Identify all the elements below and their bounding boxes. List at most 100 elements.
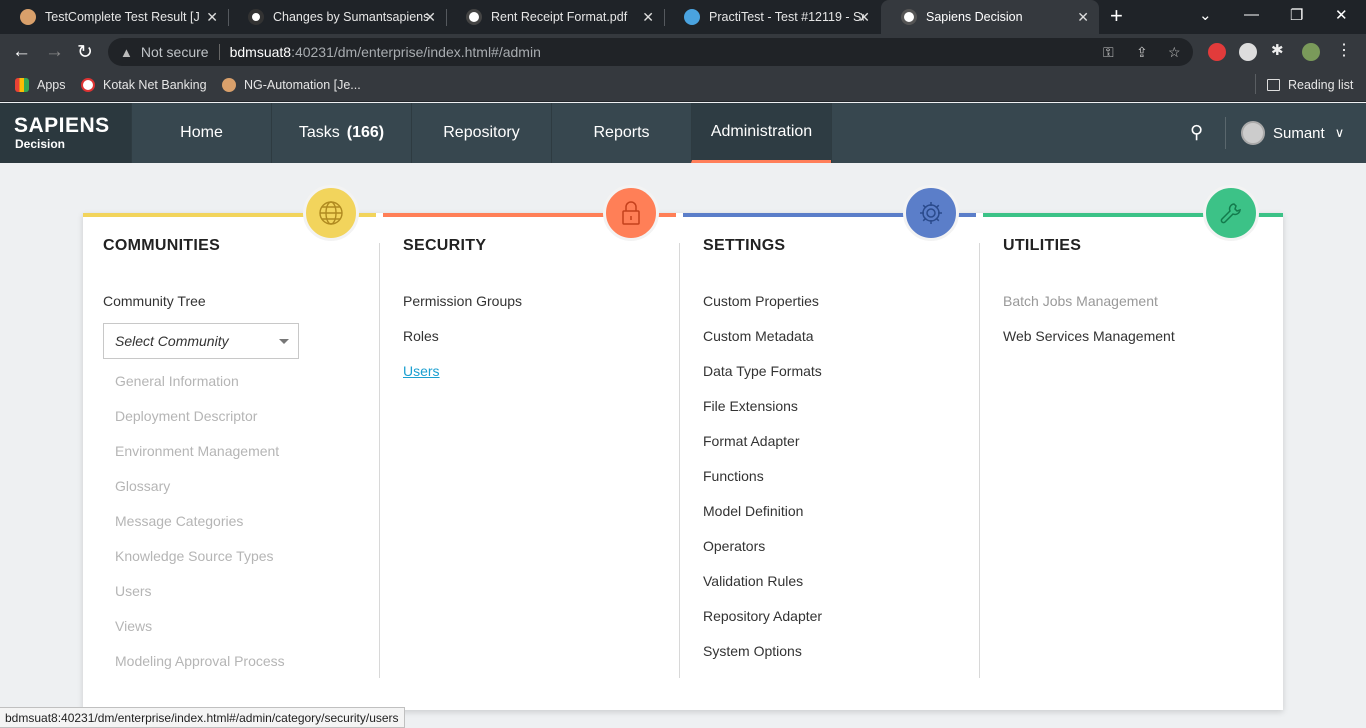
share-icon[interactable]: ⇪ (1136, 44, 1148, 61)
url-host: bdmsuat8 (229, 44, 292, 60)
bookmark-star-icon[interactable]: ☆ (1168, 44, 1181, 61)
settings-item-repository-adapter[interactable]: Repository Adapter (703, 608, 822, 624)
utilities-item-batch-jobs-management: Batch Jobs Management (1003, 293, 1158, 309)
bookmark-ng-automation[interactable]: NG-Automation [Je... (222, 78, 361, 92)
communities-title: COMMUNITIES (103, 237, 221, 254)
close-tab-icon[interactable]: ✕ (424, 9, 436, 26)
community-item-glossary: Glossary (115, 478, 171, 494)
reading-list-icon (1267, 79, 1280, 91)
browser-tab-active[interactable]: Sapiens Decision ✕ (881, 0, 1099, 34)
tab-title: PractiTest - Test #12119 - Sec (709, 10, 864, 24)
community-item-general-information: General Information (115, 373, 239, 389)
adblock-extension-icon[interactable] (1208, 43, 1226, 61)
tasks-count: (166) (346, 124, 385, 141)
utilities-section: UTILITIES Batch Jobs Management Web Serv… (983, 185, 1283, 710)
security-item-permission-groups[interactable]: Permission Groups (403, 293, 522, 309)
close-tab-icon[interactable]: ✕ (206, 9, 218, 26)
settings-item-data-type-formats[interactable]: Data Type Formats (703, 363, 822, 379)
close-tab-icon[interactable]: ✕ (642, 9, 654, 26)
close-tab-icon[interactable]: ✕ (858, 9, 870, 26)
utilities-item-web-services-management[interactable]: Web Services Management (1003, 328, 1175, 344)
more-menu-icon[interactable]: ⋮ (1336, 40, 1354, 59)
forward-icon[interactable]: → (45, 41, 64, 63)
extension-icon[interactable] (1239, 43, 1257, 61)
puzzle-icon[interactable]: ✱ (1271, 41, 1289, 59)
security-section: SECURITY Permission Groups Roles Users (383, 185, 683, 710)
nav-home[interactable]: Home (131, 103, 271, 163)
security-item-users[interactable]: Users (403, 363, 440, 379)
chevron-down-icon: ∨ (1334, 125, 1345, 140)
gear-icon (903, 185, 959, 241)
globe-icon (303, 185, 359, 241)
close-window-icon[interactable]: ✕ (1335, 6, 1348, 24)
security-status[interactable]: Not secure (141, 44, 209, 60)
settings-item-custom-properties[interactable]: Custom Properties (703, 293, 819, 309)
tab-search-icon[interactable]: ⌄ (1199, 6, 1212, 24)
avatar (1241, 121, 1265, 145)
nav-tasks[interactable]: Tasks (166) (271, 103, 411, 163)
community-item-modeling-approval-process: Modeling Approval Process (115, 653, 285, 669)
globe-icon (466, 9, 482, 25)
settings-item-format-adapter[interactable]: Format Adapter (703, 433, 800, 449)
minimize-icon[interactable]: — (1244, 6, 1259, 23)
reading-list[interactable]: Reading list (1267, 78, 1353, 92)
nav-repository[interactable]: Repository (411, 103, 551, 163)
bookmark-kotak[interactable]: Kotak Net Banking (81, 78, 207, 92)
settings-section: SETTINGS Custom Properties Custom Metada… (683, 185, 983, 710)
settings-item-system-options[interactable]: System Options (703, 643, 802, 659)
browser-tab[interactable]: Rent Receipt Format.pdf ✕ (446, 0, 665, 34)
globe-icon (901, 9, 917, 25)
browser-tab[interactable]: Changes by Sumantsapiens · ✕ (228, 0, 447, 34)
admin-panel: COMMUNITIES Community Tree Select Commun… (83, 185, 1283, 710)
security-item-roles[interactable]: Roles (403, 328, 439, 344)
warning-icon[interactable]: ▲ (120, 45, 133, 60)
tab-title: Sapiens Decision (926, 10, 1023, 24)
new-tab-button[interactable]: + (1110, 5, 1123, 27)
community-tree-label: Community Tree (103, 293, 206, 309)
maximize-icon[interactable]: ❐ (1290, 6, 1303, 24)
community-item-deployment-descriptor: Deployment Descriptor (115, 408, 258, 424)
address-toolbar: ← → ↻ ▲ Not secure bdmsuat8 :40231/dm/en… (0, 34, 1366, 70)
tab-title: Rent Receipt Format.pdf (491, 10, 628, 24)
jenkins-icon (222, 78, 236, 92)
key-icon[interactable]: ⚿ (1103, 44, 1114, 61)
reload-icon[interactable]: ↻ (77, 41, 93, 64)
search-icon[interactable]: ⚲ (1190, 122, 1203, 143)
community-item-message-categories: Message Categories (115, 513, 244, 529)
settings-item-custom-metadata[interactable]: Custom Metadata (703, 328, 814, 344)
settings-item-functions[interactable]: Functions (703, 468, 764, 484)
jenkins-icon (20, 9, 36, 25)
sapiens-logo[interactable]: SAPIENS Decision (0, 103, 131, 163)
bookmark-apps[interactable]: Apps (15, 78, 66, 92)
community-item-views: Views (115, 618, 153, 634)
caret-down-icon (279, 339, 289, 344)
community-item-environment-management: Environment Management (115, 443, 280, 459)
browser-tab-strip: TestComplete Test Result [Jen ✕ Changes … (0, 0, 1366, 34)
browser-tab[interactable]: TestComplete Test Result [Jen ✕ (0, 0, 229, 34)
settings-item-operators[interactable]: Operators (703, 538, 765, 554)
back-icon[interactable]: ← (12, 41, 31, 63)
lock-icon (603, 185, 659, 241)
settings-title: SETTINGS (703, 237, 786, 254)
community-item-users: Users (115, 583, 152, 599)
tab-title: Changes by Sumantsapiens · (273, 10, 428, 24)
settings-item-file-extensions[interactable]: File Extensions (703, 398, 798, 414)
address-bar[interactable]: ▲ Not secure bdmsuat8 :40231/dm/enterpri… (108, 38, 1193, 66)
community-item-knowledge-source-types: Knowledge Source Types (115, 548, 274, 564)
practitest-icon (684, 9, 700, 25)
user-menu[interactable]: Sumant ∨ (1241, 121, 1344, 145)
profile-avatar[interactable] (1302, 43, 1320, 61)
apps-grid-icon (15, 78, 29, 92)
select-community-dropdown[interactable]: Select Community (103, 323, 299, 359)
close-tab-icon[interactable]: ✕ (1077, 9, 1089, 26)
utilities-title: UTILITIES (1003, 237, 1082, 254)
nav-administration[interactable]: Administration (691, 103, 831, 163)
settings-item-model-definition[interactable]: Model Definition (703, 503, 803, 519)
bookmarks-bar: Apps Kotak Net Banking NG-Automation [Je… (0, 70, 1366, 102)
user-name: Sumant (1273, 124, 1325, 142)
nav-reports[interactable]: Reports (551, 103, 691, 163)
app-header: SAPIENS Decision Home Tasks (166) Reposit… (0, 103, 1366, 163)
github-icon (248, 9, 264, 25)
settings-item-validation-rules[interactable]: Validation Rules (703, 573, 803, 589)
browser-tab[interactable]: PractiTest - Test #12119 - Sec ✕ (664, 0, 880, 34)
